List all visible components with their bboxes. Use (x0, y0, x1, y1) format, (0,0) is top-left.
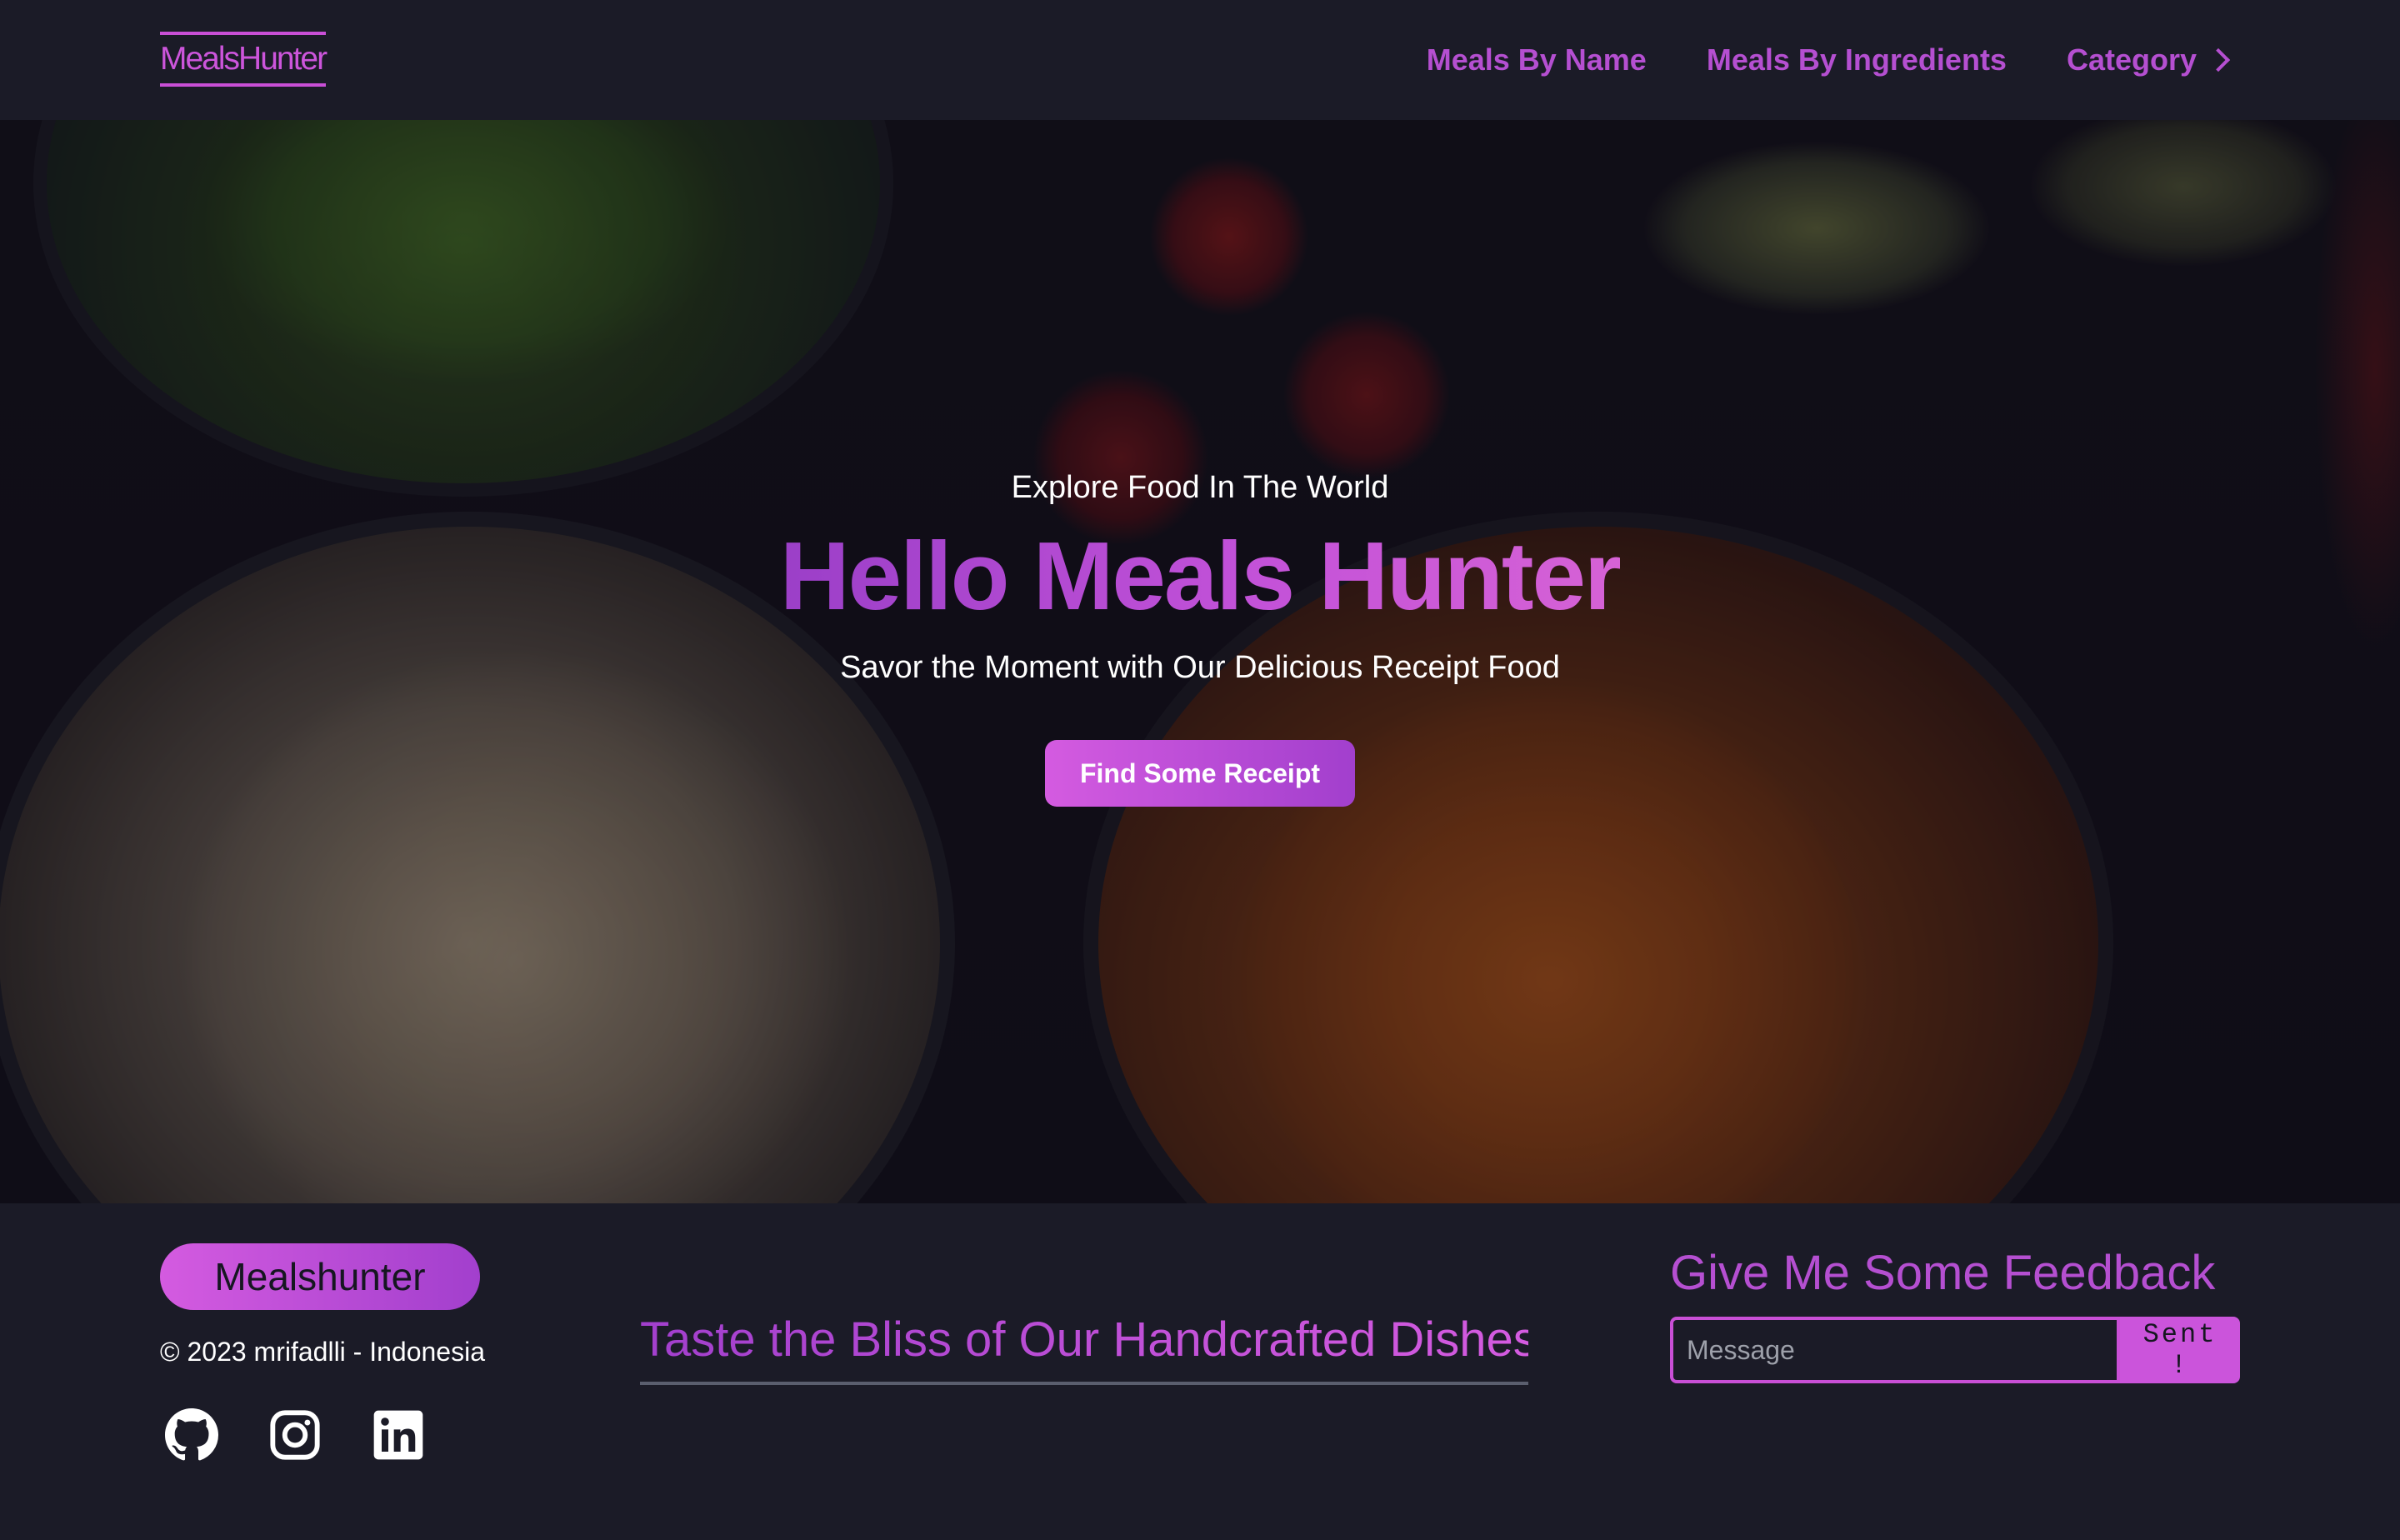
social-links (163, 1407, 473, 1463)
github-icon[interactable] (163, 1407, 220, 1463)
hero-title: Hello Meals Hunter (0, 520, 2400, 632)
feedback-form: Sent ! (1670, 1317, 2240, 1383)
hero-title-text: Hello Meals Hunter (779, 522, 1622, 630)
find-receipt-button[interactable]: Find Some Receipt (1045, 740, 1355, 807)
hero-tagline: Savor the Moment with Our Delicious Rece… (840, 650, 1560, 685)
hero-subtitle: Explore Food In The World (1011, 470, 1389, 505)
message-input[interactable] (1670, 1317, 2120, 1383)
feedback-title: Give Me Some Feedback (1670, 1246, 2216, 1300)
nav-links: Meals By Name Meals By Ingredients Categ… (1367, 37, 2231, 83)
nav-dropdown-category[interactable]: Category (2066, 42, 2231, 78)
footer-tagline: Taste the Bliss of Our Handcrafted Dishe… (640, 1312, 1538, 1385)
nav-link-category-label: Category (2066, 42, 2197, 77)
chevron-right-icon (2206, 48, 2231, 72)
hero-section: Explore Food In The World Hello Meals Hu… (0, 120, 2400, 1203)
sent-button[interactable]: Sent ! (2120, 1317, 2240, 1383)
hero-content: Explore Food In The World Hello Meals Hu… (0, 120, 2400, 1203)
instagram-icon[interactable] (267, 1407, 323, 1463)
nav-link-meals-by-name[interactable]: Meals By Name (1427, 42, 1647, 78)
nav-link-meals-by-ingredients[interactable]: Meals By Ingredients (1707, 42, 2007, 78)
footer-brand-badge: Mealshunter (160, 1243, 480, 1310)
footer: Mealshunter © 2023 mrifadlli - Indonesia… (0, 1203, 2400, 1540)
brand-logo[interactable]: MealsHunter (160, 32, 328, 87)
linkedin-icon[interactable] (370, 1407, 427, 1463)
copyright-text: © 2023 mrifadlli - Indonesia (160, 1337, 485, 1367)
navbar: MealsHunter Meals By Name Meals By Ingre… (0, 0, 2400, 120)
